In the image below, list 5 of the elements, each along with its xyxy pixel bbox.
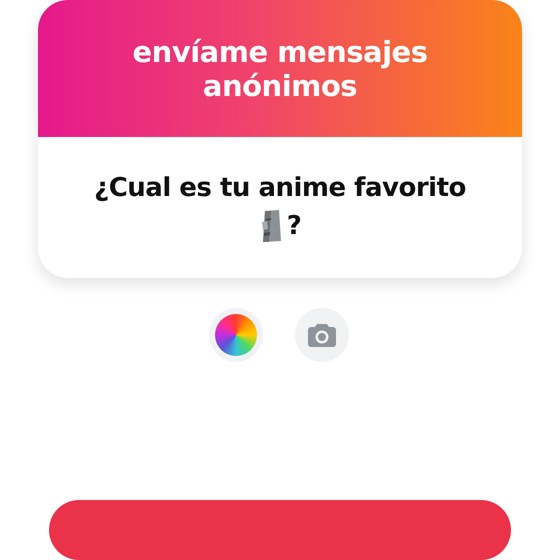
question-text: ¿Cual es tu anime favorito xyxy=(94,172,466,203)
color-wheel-icon xyxy=(214,314,256,356)
question-mark: ? xyxy=(286,210,302,241)
card-title: envíame mensajes anónimos xyxy=(132,34,428,103)
camera-icon xyxy=(308,323,336,347)
